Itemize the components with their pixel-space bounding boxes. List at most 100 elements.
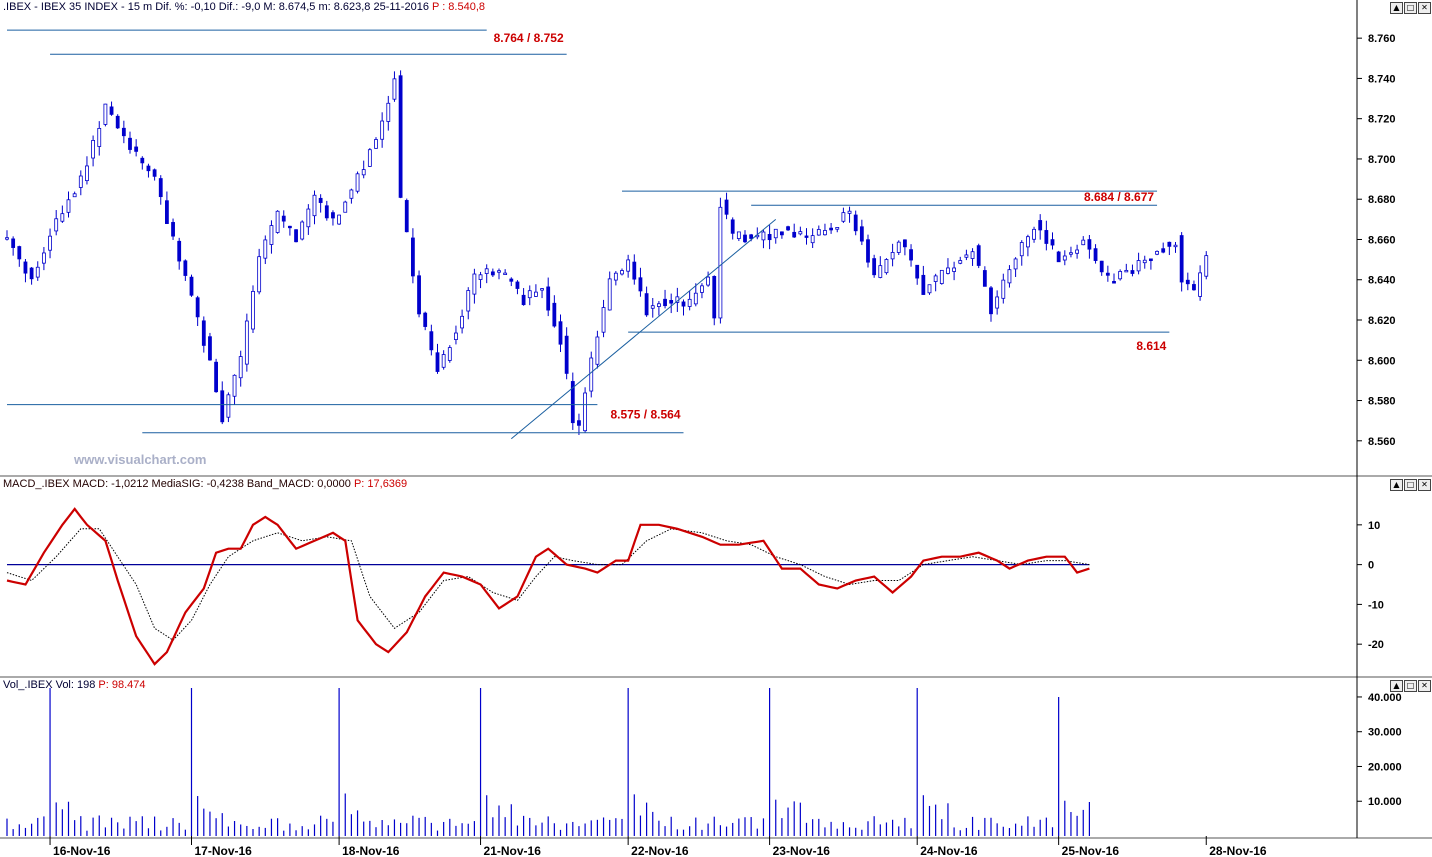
volume-minimize-button[interactable]: ▲ — [1390, 680, 1403, 692]
candle-body — [275, 210, 280, 233]
candle-body — [1124, 269, 1129, 273]
candle-body — [503, 272, 508, 275]
candle-body — [841, 212, 846, 222]
candle-body — [263, 239, 268, 259]
candle-body — [103, 103, 108, 125]
candle-body — [490, 271, 495, 276]
candle-body — [214, 361, 219, 393]
candle-body — [1093, 248, 1098, 261]
candle-body — [909, 249, 913, 261]
candle-body — [946, 267, 950, 274]
candle-body — [189, 276, 194, 296]
candle-body — [1099, 260, 1104, 273]
x-tick-label: 21-Nov-16 — [484, 844, 542, 857]
candle-body — [601, 307, 606, 333]
y-tick-label: 8.680 — [1368, 194, 1396, 206]
candle-body — [780, 231, 784, 236]
axes: 8.760 8.740 8.720 8.700 8.680 8.660 8.640 8.620… — [0, 0, 1432, 857]
candle-body — [546, 286, 551, 311]
candle-body — [1185, 279, 1190, 285]
macd-close-button[interactable]: ✕ — [1418, 479, 1431, 491]
candle-body — [466, 290, 471, 312]
candle-body — [577, 420, 581, 426]
candle-body — [109, 106, 114, 115]
candle-body — [964, 254, 969, 258]
price-close-button[interactable]: ✕ — [1418, 2, 1431, 14]
candle-body — [534, 291, 538, 297]
y-tick-label: 8.720 — [1368, 114, 1396, 126]
y-tick-label: 8.740 — [1368, 73, 1396, 85]
volume-maximize-button[interactable]: □ — [1404, 680, 1417, 692]
x-tick-label: 17-Nov-16 — [195, 844, 253, 857]
candle-body — [331, 212, 335, 219]
candle-body — [134, 146, 139, 152]
y-tick-label: 0 — [1368, 560, 1374, 572]
candle-body — [48, 235, 52, 251]
candle-body — [706, 276, 710, 286]
volume-info: Vol_.IBEX Vol: 198 — [3, 679, 96, 691]
candle-body — [238, 356, 243, 379]
candle-body — [1013, 258, 1018, 270]
candle-body — [583, 392, 587, 432]
candle-body — [509, 278, 514, 282]
candle-body — [626, 259, 631, 272]
candle-body — [761, 231, 766, 241]
candle-body — [773, 228, 778, 239]
candle-body — [472, 273, 477, 295]
candle-body — [417, 275, 421, 315]
candle-body — [835, 227, 840, 230]
candle-body — [847, 210, 852, 214]
candle-body — [380, 120, 385, 140]
candle-body — [337, 214, 342, 225]
y-tick-label: 10.000 — [1368, 796, 1402, 808]
candle-body — [208, 336, 212, 361]
macd-minimize-button[interactable]: ▲ — [1390, 479, 1403, 491]
candle-body — [687, 298, 692, 307]
candle-body — [915, 264, 920, 279]
y-tick-label: 8.760 — [1368, 33, 1396, 45]
price-maximize-button[interactable]: □ — [1404, 2, 1417, 14]
candle-body — [638, 277, 643, 292]
y-tick-label: -20 — [1368, 639, 1384, 651]
candle-body — [454, 332, 458, 340]
candle-body — [1056, 251, 1061, 263]
candle-body — [693, 292, 698, 305]
candle-body — [42, 252, 46, 264]
candle-body — [1112, 280, 1116, 284]
candle-body — [515, 281, 520, 289]
candle-body — [933, 275, 938, 282]
candle-body — [743, 234, 747, 243]
x-tick-label: 22-Nov-16 — [631, 844, 689, 857]
y-tick-label: 8.700 — [1368, 154, 1396, 166]
candle-body — [859, 226, 864, 242]
candle-body — [607, 278, 612, 311]
candle-body — [164, 200, 169, 224]
candle-body — [896, 241, 901, 253]
candle-body — [91, 140, 95, 159]
candle-body — [663, 298, 667, 307]
candle-body — [361, 169, 366, 176]
candle-body — [324, 205, 329, 219]
candle-body — [85, 165, 89, 182]
macd-maximize-button[interactable]: □ — [1404, 479, 1417, 491]
candle-body — [220, 390, 225, 423]
price-panel: 8.764 / 8.752 8.684 / 8.677 8.614 8.575 / 8… — [5, 29, 1209, 440]
y-tick-label: 30.000 — [1368, 727, 1402, 739]
candle-body — [810, 235, 815, 244]
volume-close-button[interactable]: ✕ — [1418, 680, 1431, 692]
candle-body — [1087, 239, 1092, 250]
candle-body — [736, 231, 741, 239]
candle-body — [730, 219, 735, 234]
x-tick-label: 16-Nov-16 — [53, 844, 111, 857]
signal-line — [6, 528, 1090, 641]
macd-info: MACD_.IBEX MACD: -1,0212 MediaSIG: -0,42… — [3, 478, 351, 490]
candle-body — [177, 240, 182, 262]
candle-body — [269, 225, 274, 245]
candle-body — [527, 290, 532, 299]
candle-body — [1130, 270, 1135, 274]
candle-body — [392, 78, 397, 100]
candle-body — [300, 221, 305, 240]
candle-body — [54, 218, 59, 232]
candle-body — [884, 259, 889, 274]
price-minimize-button[interactable]: ▲ — [1390, 2, 1403, 14]
